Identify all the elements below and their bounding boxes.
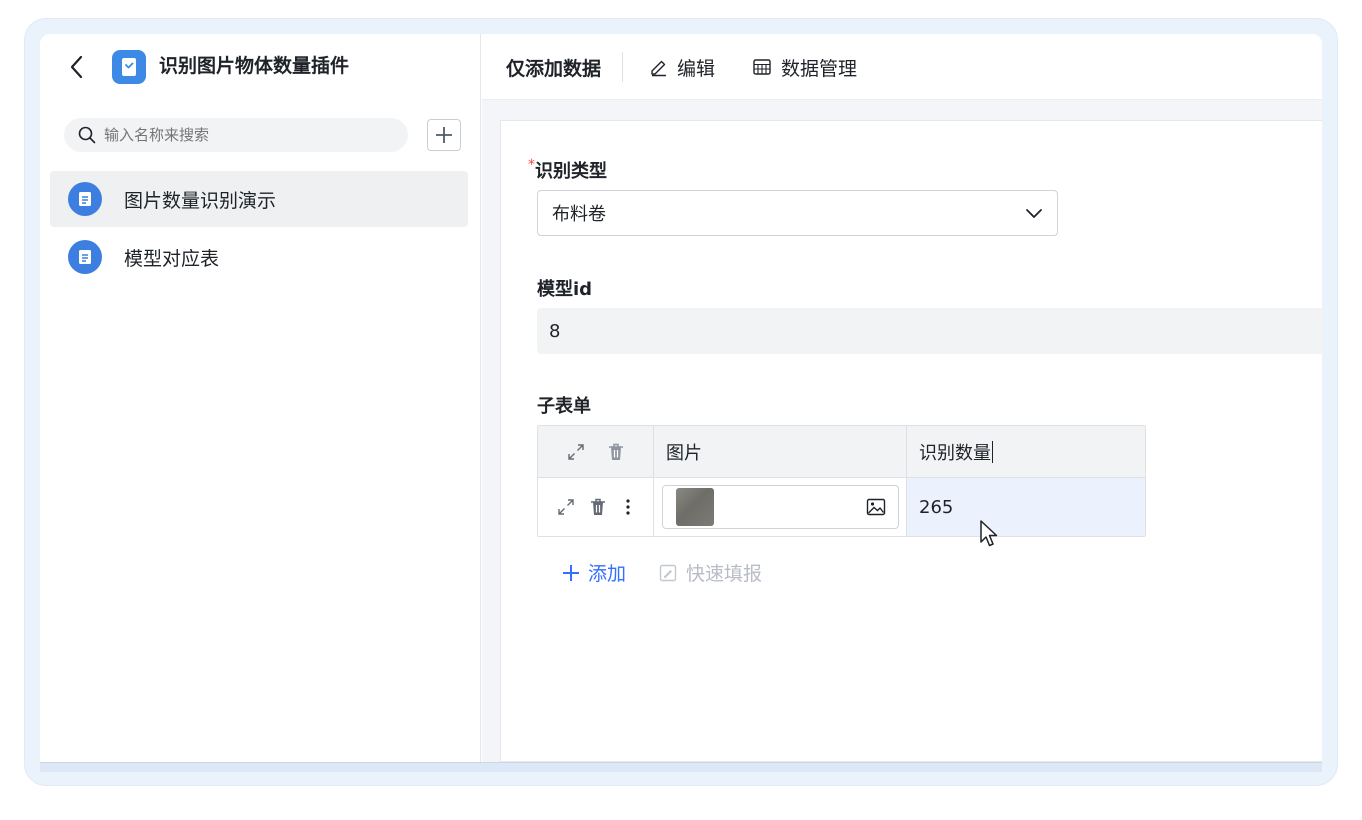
data-manage-label: 数据管理: [781, 57, 858, 80]
count-cell[interactable]: 265: [907, 478, 1145, 536]
form-doc-icon: [68, 182, 102, 216]
model-id-label: 模型id: [537, 279, 593, 300]
type-field-label-text: 识别类型: [535, 161, 607, 182]
top-toolbar: 仅添加数据 编辑 数据管理: [482, 34, 1322, 100]
quick-fill-button[interactable]: 快速填报: [659, 559, 762, 586]
app-icon: [112, 50, 146, 84]
image-upload-field[interactable]: [662, 485, 899, 529]
row-ops-cell: [538, 478, 654, 536]
sidebar: 识别图片物体数量插件 图片数量识别演示 模型对应表: [40, 34, 481, 762]
form-doc-icon: [68, 240, 102, 274]
text-caret: [992, 440, 993, 463]
pencil-icon: [651, 60, 666, 77]
table-icon: [753, 59, 771, 75]
column-header-count-text: 识别数量: [919, 442, 991, 464]
delete-all-button[interactable]: [596, 437, 636, 467]
expand-all-button[interactable]: [556, 437, 596, 467]
image-cell: [654, 478, 907, 536]
window-bottom-edge: [40, 762, 1322, 772]
toolbar-divider: [622, 52, 623, 82]
type-field-label: *识别类型: [528, 157, 607, 183]
type-select[interactable]: 布料卷: [537, 190, 1058, 236]
back-button[interactable]: [64, 52, 88, 82]
quick-fill-icon: [659, 564, 677, 581]
trash-icon: [590, 498, 605, 515]
sidebar-item-model-table[interactable]: 模型对应表: [50, 229, 468, 285]
expand-icon: [567, 443, 584, 460]
add-row-button[interactable]: 添加: [562, 559, 626, 586]
plus-icon: [563, 564, 579, 581]
mouse-pointer-icon: [979, 519, 1001, 553]
tab-label: 仅添加数据: [506, 57, 602, 80]
edit-button[interactable]: 编辑: [649, 54, 715, 80]
plus-icon: [436, 127, 452, 143]
image-icon[interactable]: [866, 498, 886, 516]
more-vertical-icon: [625, 499, 630, 515]
sidebar-item-label: 模型对应表: [124, 247, 220, 270]
subform-label: 子表单: [537, 396, 591, 417]
add-form-button[interactable]: [427, 119, 461, 151]
sidebar-item-label: 图片数量识别演示: [124, 189, 277, 212]
image-thumbnail[interactable]: [676, 488, 714, 526]
tab-add-data-only[interactable]: 仅添加数据: [506, 54, 601, 80]
sidebar-item-image-count-demo[interactable]: 图片数量识别演示: [50, 171, 468, 227]
table-row: 265: [538, 478, 1145, 536]
chevron-left-icon: [70, 55, 83, 79]
search-icon: [78, 126, 96, 144]
edit-label: 编辑: [677, 57, 716, 80]
required-mark: *: [528, 157, 535, 173]
row-more-button[interactable]: [614, 492, 642, 522]
bookmark-doc-icon: [122, 58, 136, 76]
model-id-field: 8: [537, 308, 1323, 354]
trash-icon: [608, 443, 623, 460]
delete-row-button[interactable]: [582, 492, 614, 522]
subform-table: 图片 识别数量 265: [537, 425, 1146, 537]
app-window: 识别图片物体数量插件 图片数量识别演示 模型对应表 仅添加数据: [40, 34, 1322, 762]
quick-fill-label: 快速填报: [686, 563, 763, 585]
search-input[interactable]: [104, 126, 384, 144]
column-header-image[interactable]: 图片: [654, 426, 907, 477]
column-header-count[interactable]: 识别数量: [907, 426, 1145, 477]
app-title: 识别图片物体数量插件: [159, 55, 350, 77]
expand-row-button[interactable]: [550, 492, 582, 522]
data-manage-button[interactable]: 数据管理: [752, 54, 857, 80]
search-box[interactable]: [64, 118, 408, 152]
subform-header-row: 图片 识别数量: [538, 426, 1145, 478]
type-select-value: 布料卷: [552, 204, 606, 225]
expand-icon: [557, 499, 574, 515]
chevron-down-icon: [1026, 209, 1042, 218]
header-ops-cell: [538, 426, 654, 477]
add-row-label: 添加: [588, 563, 627, 585]
